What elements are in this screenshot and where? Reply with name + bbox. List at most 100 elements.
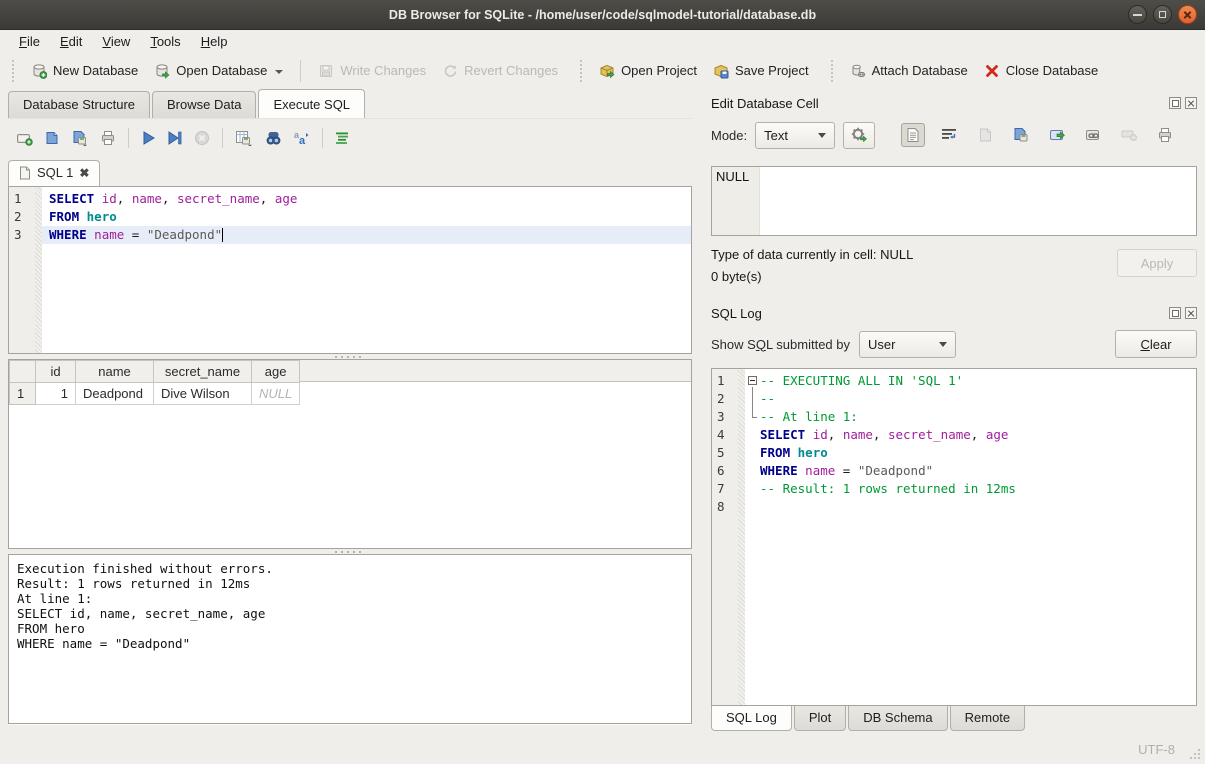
open-database-button[interactable]: Open Database bbox=[146, 59, 291, 83]
open-project-label: Open Project bbox=[621, 63, 697, 78]
cell-id[interactable]: 1 bbox=[36, 383, 76, 405]
tab-browse-data[interactable]: Browse Data bbox=[152, 91, 256, 118]
maximize-button[interactable] bbox=[1153, 5, 1172, 24]
titlebar[interactable]: DB Browser for SQLite - /home/user/code/… bbox=[0, 0, 1205, 30]
text-mode-icon[interactable] bbox=[901, 123, 925, 147]
apply-button[interactable]: Apply bbox=[1117, 249, 1197, 277]
minimize-button[interactable] bbox=[1128, 5, 1147, 24]
tab-db-schema[interactable]: DB Schema bbox=[848, 706, 947, 731]
print-sql-button[interactable] bbox=[100, 130, 116, 146]
filter-label: Show SQL submitted by bbox=[711, 337, 850, 352]
close-database-label: Close Database bbox=[1006, 63, 1099, 78]
print-cell-icon[interactable] bbox=[1153, 123, 1177, 147]
fold-line-end bbox=[747, 408, 760, 426]
clear-log-button[interactable]: Clear bbox=[1115, 330, 1197, 358]
log-fold-margin bbox=[738, 369, 745, 705]
execute-current-line-button[interactable] bbox=[167, 130, 183, 146]
encoding-indicator[interactable]: UTF-8 bbox=[1138, 742, 1175, 757]
editor-code-area[interactable]: SELECT id, name, secret_name, age FROM h… bbox=[42, 187, 691, 353]
dock-tab-bar: SQL Log Plot DB Schema Remote bbox=[711, 706, 1197, 734]
float-panel-icon[interactable] bbox=[1169, 97, 1181, 109]
editor-line-current: WHERE name = "Deadpond" bbox=[42, 226, 691, 244]
new-sql-tab-button[interactable] bbox=[16, 130, 33, 146]
toolbar-handle[interactable] bbox=[831, 60, 836, 82]
open-project-button[interactable]: Open Project bbox=[591, 59, 705, 83]
cell-editor-value: NULL bbox=[712, 167, 760, 235]
sql-log-dock-header: SQL Log bbox=[711, 303, 1197, 323]
sql-toolbar-separator bbox=[222, 128, 223, 148]
word-wrap-icon[interactable] bbox=[937, 123, 961, 147]
column-header-name[interactable]: name bbox=[76, 361, 154, 383]
row-header[interactable]: 1 bbox=[10, 383, 36, 405]
submitted-by-select[interactable]: User bbox=[859, 331, 956, 358]
write-changes-button[interactable]: Write Changes bbox=[310, 59, 434, 83]
open-project-icon bbox=[599, 63, 615, 79]
revert-changes-button[interactable]: Revert Changes bbox=[434, 59, 566, 83]
column-header-secret-name[interactable]: secret_name bbox=[154, 361, 252, 383]
menu-edit[interactable]: Edit bbox=[51, 32, 91, 51]
resize-grip[interactable] bbox=[1189, 748, 1201, 760]
tab-database-structure[interactable]: Database Structure bbox=[8, 91, 150, 118]
cell-name[interactable]: Deadpond bbox=[76, 383, 154, 405]
toolbar-handle[interactable] bbox=[12, 60, 17, 82]
fold-collapse-icon[interactable] bbox=[747, 372, 760, 390]
open-database-dropdown-icon[interactable] bbox=[275, 70, 283, 78]
tab-sql-log[interactable]: SQL Log bbox=[711, 706, 792, 731]
execution-message-box[interactable]: Execution finished without errors. Resul… bbox=[8, 554, 692, 724]
cell-age[interactable]: NULL bbox=[252, 383, 300, 405]
set-null-icon[interactable] bbox=[1117, 123, 1141, 147]
menu-tools[interactable]: Tools bbox=[141, 32, 189, 51]
new-database-label: New Database bbox=[53, 63, 138, 78]
tab-remote[interactable]: Remote bbox=[950, 706, 1026, 731]
new-database-button[interactable]: New Database bbox=[23, 59, 146, 83]
close-database-icon bbox=[984, 63, 1000, 79]
stop-execution-button[interactable] bbox=[194, 130, 210, 146]
attach-database-button[interactable]: Attach Database bbox=[842, 59, 976, 83]
open-sql-file-button[interactable] bbox=[44, 130, 60, 146]
execute-sql-button[interactable] bbox=[141, 130, 156, 146]
table-row[interactable]: 1 1 Deadpond Dive Wilson NULL bbox=[10, 383, 300, 405]
save-data-icon[interactable] bbox=[1009, 123, 1033, 147]
close-panel-icon[interactable] bbox=[1185, 97, 1197, 109]
sql-log-view[interactable]: 1 2 3 4 5 6 7 8 -- EXECUTING ALL IN 'SQL… bbox=[711, 368, 1197, 706]
save-project-label: Save Project bbox=[735, 63, 809, 78]
menu-file[interactable]: File bbox=[10, 32, 49, 51]
column-header-age[interactable]: age bbox=[252, 361, 300, 383]
close-database-button[interactable]: Close Database bbox=[976, 59, 1107, 83]
find-in-sql-button[interactable] bbox=[265, 130, 282, 146]
results-grid[interactable]: id name secret_name age 1 1 Deadpond Div… bbox=[8, 359, 692, 549]
save-results-button[interactable] bbox=[235, 130, 254, 146]
log-line: -- bbox=[745, 390, 1196, 408]
editor-line: SELECT id, name, secret_name, age bbox=[42, 190, 691, 208]
save-sql-file-button[interactable] bbox=[71, 130, 89, 146]
sql-document-tab[interactable]: SQL 1 ✖ bbox=[8, 160, 100, 186]
column-header-id[interactable]: id bbox=[36, 361, 76, 383]
close-panel-icon[interactable] bbox=[1185, 307, 1197, 319]
menu-view[interactable]: View bbox=[93, 32, 139, 51]
close-button[interactable] bbox=[1178, 5, 1197, 24]
cell-secret-name[interactable]: Dive Wilson bbox=[154, 383, 252, 405]
format-sql-button[interactable] bbox=[335, 130, 350, 146]
cell-editor[interactable]: NULL bbox=[711, 166, 1197, 236]
execution-message-text: Execution finished without errors. Resul… bbox=[9, 555, 691, 657]
tab-execute-sql[interactable]: Execute SQL bbox=[258, 89, 365, 118]
close-sql-tab-icon[interactable]: ✖ bbox=[79, 166, 89, 180]
log-line: -- EXECUTING ALL IN 'SQL 1' bbox=[745, 372, 1196, 390]
toolbar-handle[interactable] bbox=[580, 60, 585, 82]
cell-editor-body[interactable] bbox=[760, 167, 1196, 235]
export-data-icon[interactable] bbox=[1045, 123, 1069, 147]
link-data-icon[interactable] bbox=[1081, 123, 1105, 147]
open-data-icon[interactable] bbox=[973, 123, 997, 147]
float-panel-icon[interactable] bbox=[1169, 307, 1181, 319]
menu-help[interactable]: Help bbox=[192, 32, 237, 51]
sql-editor[interactable]: 1 2 3 SELECT id, name, secret_name, age … bbox=[8, 186, 692, 354]
tab-plot[interactable]: Plot bbox=[794, 706, 846, 731]
sql-log-filter-row: Show SQL submitted by User Clear bbox=[711, 327, 1197, 361]
autocomplete-button[interactable]: aa bbox=[293, 130, 310, 146]
mode-select[interactable]: Text bbox=[755, 122, 835, 149]
save-project-button[interactable]: Save Project bbox=[705, 59, 817, 83]
import-in-cell-button[interactable] bbox=[843, 122, 875, 149]
open-database-icon bbox=[154, 63, 170, 79]
main-toolbar: New Database Open Database Write Changes… bbox=[0, 53, 1205, 88]
results-message-splitter[interactable] bbox=[8, 549, 692, 554]
